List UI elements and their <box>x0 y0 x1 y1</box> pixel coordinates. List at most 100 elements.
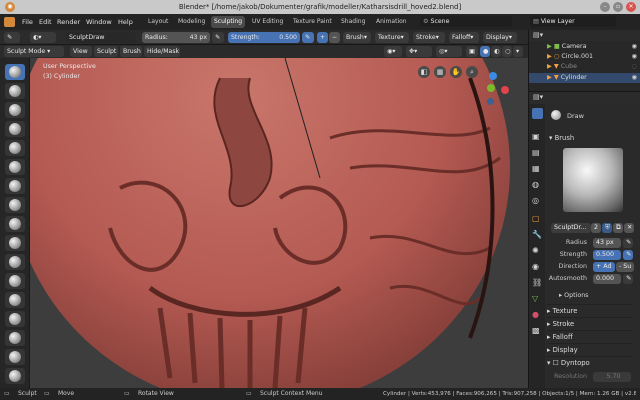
tool-inflate[interactable] <box>5 140 25 156</box>
menu-edit[interactable]: Edit <box>39 18 52 26</box>
menu-brush[interactable]: Brush▾ <box>343 32 371 43</box>
radius-pressure-icon[interactable]: ✎ <box>212 32 224 43</box>
view-layer-selector[interactable]: ▤ View Layer <box>530 16 616 27</box>
tab-sculpting[interactable]: Sculpting <box>211 16 246 28</box>
texture-tab-icon[interactable]: ▩ <box>532 326 540 335</box>
panel-dyntopo[interactable]: ▾ ☐ Dyntopo <box>547 356 633 368</box>
panel-display[interactable]: ▸ Display <box>547 343 633 355</box>
menu-brush-mode[interactable]: Brush <box>120 46 142 57</box>
xray-icon[interactable]: ▣ <box>466 46 478 57</box>
options-subpanel[interactable]: ▸ Options <box>559 292 588 299</box>
tool-settings-tab-icon[interactable] <box>532 108 543 119</box>
tool-flatten[interactable] <box>5 216 25 232</box>
strength-field[interactable]: Strength: 0.500 <box>228 32 300 43</box>
properties-editor-icon[interactable]: ▤▾ <box>533 93 543 101</box>
world-tab-icon[interactable]: ◎ <box>532 196 539 205</box>
autosmooth-pressure-icon[interactable]: ✎ <box>623 274 633 284</box>
direction-subtract-button[interactable]: - Su <box>616 262 634 272</box>
axis-y-icon[interactable] <box>487 84 495 92</box>
visibility-eye-icon[interactable]: ◉ <box>632 42 638 52</box>
render-tab-icon[interactable]: ▣ <box>532 132 540 141</box>
radius-field[interactable]: Radius: 43 px <box>142 32 210 43</box>
tool-icon[interactable]: ✎ <box>4 32 20 43</box>
tool-pinch[interactable] <box>5 273 25 289</box>
menu-falloff[interactable]: Falloff▾ <box>449 32 479 43</box>
tool-thumb[interactable] <box>5 330 25 346</box>
menu-display[interactable]: Display▾ <box>483 32 517 43</box>
brush-users-count[interactable]: 2 <box>591 223 601 233</box>
mode-selector[interactable]: Sculpt Mode ▾ <box>4 46 64 57</box>
output-tab-icon[interactable]: ▤ <box>532 148 540 157</box>
close-icon[interactable]: ✕ <box>626 2 636 12</box>
grid-view-icon[interactable]: ▦ <box>434 66 446 78</box>
radius-pressure-toggle-icon[interactable]: ✎ <box>623 238 633 248</box>
tool-mask[interactable] <box>5 368 25 384</box>
strength-pressure-icon[interactable]: ✎ <box>302 32 314 43</box>
blender-menu-icon[interactable] <box>4 17 15 27</box>
tool-grab[interactable] <box>5 292 25 308</box>
shading-solid-icon[interactable]: ● <box>480 46 490 57</box>
brush-preview-thumbnail[interactable] <box>563 148 623 212</box>
tool-smooth[interactable] <box>5 197 25 213</box>
gizmo-toggle-icon[interactable]: ✥▾ <box>406 46 432 57</box>
menu-texture[interactable]: Texture▾ <box>375 32 409 43</box>
tab-modeling[interactable]: Modeling <box>175 16 208 28</box>
modifier-tab-icon[interactable]: 🔧 <box>532 230 542 239</box>
sculpt-mesh[interactable] <box>30 58 528 388</box>
delete-brush-icon[interactable]: ✕ <box>624 223 634 233</box>
particles-tab-icon[interactable]: ✺ <box>532 246 539 255</box>
zoom-icon[interactable]: ⌕ <box>466 66 478 78</box>
outliner-item-cylinder[interactable]: ▶ ▼ Cylinder ◉ <box>529 73 640 83</box>
direction-sub-icon[interactable]: − <box>329 32 340 43</box>
outliner-item-cube[interactable]: ▶ ▼ Cube ◌ <box>529 62 640 72</box>
menu-hide-mask[interactable]: Hide/Mask <box>144 46 180 57</box>
autosmooth-prop-field[interactable]: 0.000 <box>593 274 621 284</box>
constraints-tab-icon[interactable]: ⛓ <box>532 278 542 287</box>
shading-material-icon[interactable]: ◐ <box>491 46 501 57</box>
object-tab-icon[interactable]: ▢ <box>532 214 540 223</box>
tab-shading[interactable]: Shading <box>338 16 368 28</box>
tool-blob[interactable] <box>5 159 25 175</box>
brush-preview-icon[interactable]: ◐▾ <box>30 32 56 43</box>
view-object-types-icon[interactable]: ◉▾ <box>384 46 402 57</box>
minimize-icon[interactable]: – <box>600 2 610 12</box>
panel-falloff[interactable]: ▸ Falloff <box>547 330 633 342</box>
resolution-prop-field[interactable]: 5.70 <box>593 372 631 382</box>
brush-selector[interactable]: SculptDr... <box>551 223 591 233</box>
panel-stroke[interactable]: ▸ Stroke <box>547 317 633 329</box>
tool-clay[interactable] <box>5 83 25 99</box>
tool-layer[interactable] <box>5 121 25 137</box>
brush-name-field[interactable]: SculptDraw <box>66 32 136 43</box>
visibility-eye-icon[interactable]: ◉ <box>632 73 638 83</box>
menu-stroke[interactable]: Stroke▾ <box>413 32 445 43</box>
tool-fill[interactable] <box>5 235 25 251</box>
tool-crease[interactable] <box>5 178 25 194</box>
pan-hand-icon[interactable]: ✋ <box>450 66 462 78</box>
tool-draw[interactable] <box>5 64 25 80</box>
strength-prop-field[interactable]: 0.500 <box>593 250 621 260</box>
menu-file[interactable]: File <box>22 18 33 26</box>
tab-texture-paint[interactable]: Texture Paint <box>290 16 335 28</box>
outliner-item-camera[interactable]: ▶ ■ Camera ◉ <box>529 42 640 52</box>
menu-view[interactable]: View <box>70 46 92 57</box>
tab-layout[interactable]: Layout <box>145 16 171 28</box>
material-tab-icon[interactable]: ● <box>532 310 539 319</box>
tool-snake-hook[interactable] <box>5 311 25 327</box>
fake-user-icon[interactable]: ⛨ <box>602 223 612 233</box>
duplicate-brush-icon[interactable]: ⧉ <box>613 223 623 233</box>
outliner-editor-icon[interactable]: ▤▾ <box>533 31 543 39</box>
panel-texture[interactable]: ▸ Texture <box>547 304 633 316</box>
overlay-toggle-icon[interactable]: ◎▾ <box>436 46 462 57</box>
tool-nudge[interactable] <box>5 349 25 365</box>
tab-animation[interactable]: Animation <box>373 16 410 28</box>
3d-viewport[interactable]: User Perspective (3) Cylinder ◧ ▦ ✋ ⌕ <box>30 58 528 388</box>
menu-render[interactable]: Render <box>57 18 80 26</box>
axis-z-icon[interactable] <box>489 72 497 80</box>
navigation-gizmo[interactable] <box>473 72 509 108</box>
scene-tab-icon[interactable]: ◍ <box>532 180 539 189</box>
tool-scrape[interactable] <box>5 254 25 270</box>
menu-sculpt[interactable]: Sculpt <box>94 46 118 57</box>
dyntopo-checkbox[interactable]: ☐ <box>553 359 561 367</box>
data-tab-icon[interactable]: ▽ <box>532 294 538 303</box>
hidden-eye-icon[interactable]: ◌ <box>632 62 638 72</box>
